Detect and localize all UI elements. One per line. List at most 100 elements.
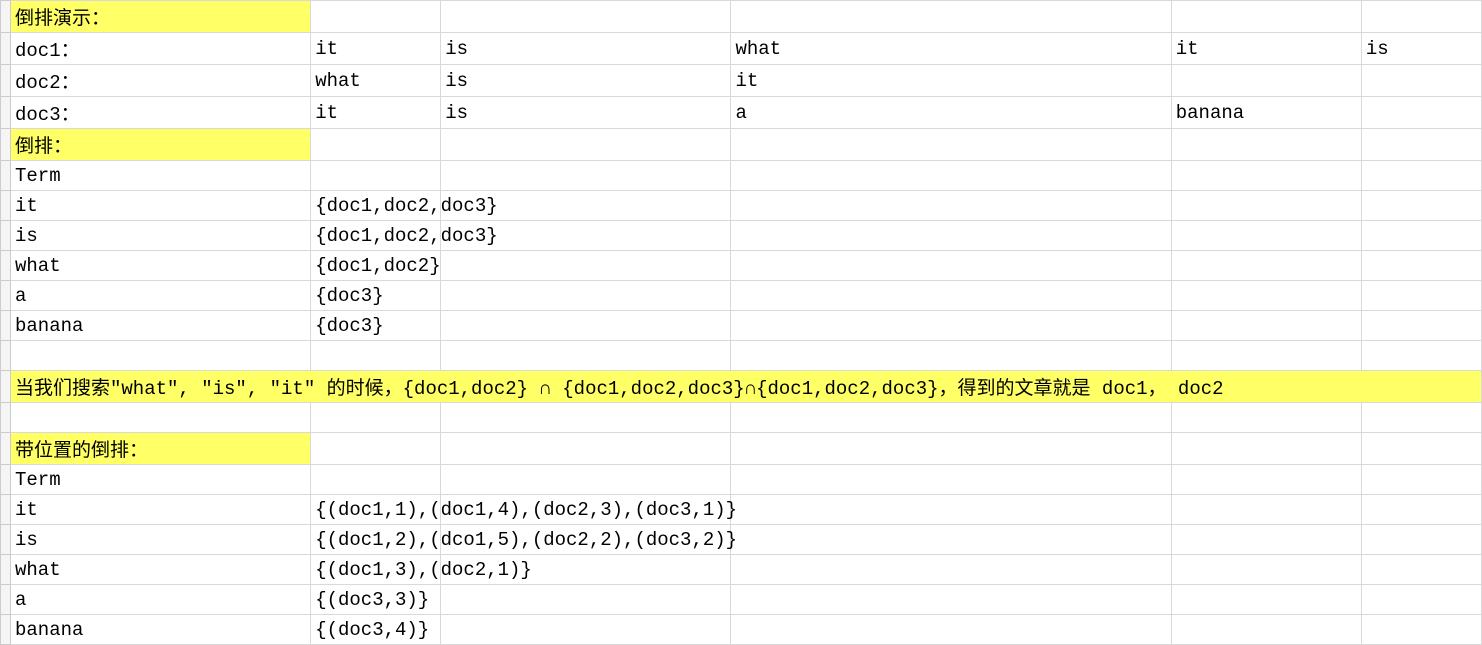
cell[interactable]: [1361, 65, 1481, 97]
cell[interactable]: [311, 1, 441, 33]
cell[interactable]: {doc1,doc2}: [311, 251, 441, 281]
cell[interactable]: [731, 191, 1171, 221]
cell[interactable]: [311, 403, 441, 433]
row-header[interactable]: [1, 585, 11, 615]
row-header[interactable]: [1, 191, 11, 221]
cell[interactable]: [1361, 555, 1481, 585]
cell[interactable]: a: [11, 281, 311, 311]
cell[interactable]: [1361, 341, 1481, 371]
cell[interactable]: [731, 465, 1171, 495]
cell[interactable]: [311, 161, 441, 191]
cell[interactable]: [1171, 191, 1361, 221]
cell[interactable]: [441, 465, 731, 495]
cell[interactable]: [1171, 465, 1361, 495]
cell[interactable]: [441, 281, 731, 311]
cell[interactable]: [1171, 433, 1361, 465]
cell[interactable]: [1171, 403, 1361, 433]
cell[interactable]: what: [11, 555, 311, 585]
cell[interactable]: [1361, 465, 1481, 495]
cell[interactable]: it: [731, 65, 1171, 97]
cell[interactable]: what: [731, 33, 1171, 65]
row-header[interactable]: [1, 371, 11, 403]
cell[interactable]: [441, 311, 731, 341]
cell[interactable]: [311, 341, 441, 371]
cell[interactable]: it: [311, 33, 441, 65]
cell[interactable]: [731, 281, 1171, 311]
cell[interactable]: [1171, 585, 1361, 615]
cell[interactable]: [1171, 495, 1361, 525]
cell[interactable]: [1361, 525, 1481, 555]
row-header[interactable]: [1, 433, 11, 465]
cell[interactable]: what: [311, 65, 441, 97]
row-header[interactable]: [1, 65, 11, 97]
cell[interactable]: [1361, 433, 1481, 465]
cell[interactable]: [11, 403, 311, 433]
cell[interactable]: [731, 525, 1171, 555]
cell[interactable]: it: [11, 191, 311, 221]
cell[interactable]: [441, 129, 731, 161]
cell[interactable]: [1361, 585, 1481, 615]
cell[interactable]: is: [11, 525, 311, 555]
cell[interactable]: is: [441, 33, 731, 65]
cell[interactable]: [311, 465, 441, 495]
cell[interactable]: [731, 555, 1171, 585]
cell[interactable]: banana: [11, 311, 311, 341]
cell[interactable]: [441, 585, 731, 615]
cell[interactable]: is: [1361, 33, 1481, 65]
cell[interactable]: 倒排：: [11, 129, 311, 161]
cell[interactable]: [1171, 1, 1361, 33]
cell[interactable]: {(doc1,2),(dco1,5),(doc2,2),(doc3,2)}: [311, 525, 441, 555]
cell[interactable]: [731, 161, 1171, 191]
row-header[interactable]: [1, 341, 11, 371]
row-header[interactable]: [1, 1, 11, 33]
cell[interactable]: [1361, 129, 1481, 161]
cell[interactable]: 带位置的倒排：: [11, 433, 311, 465]
cell[interactable]: [311, 129, 441, 161]
cell[interactable]: [1361, 403, 1481, 433]
cell[interactable]: {doc3}: [311, 281, 441, 311]
cell[interactable]: is: [441, 97, 731, 129]
cell[interactable]: [441, 341, 731, 371]
cell[interactable]: [1361, 1, 1481, 33]
cell[interactable]: [311, 433, 441, 465]
spreadsheet-table[interactable]: 倒排演示：doc1：itiswhatitisdoc2：whatisitdoc3：…: [0, 0, 1482, 645]
cell[interactable]: [1361, 191, 1481, 221]
cell[interactable]: 当我们搜索"what", "is", "it" 的时候，{doc1,doc2} …: [11, 371, 1482, 403]
cell[interactable]: [731, 403, 1171, 433]
cell[interactable]: it: [1171, 33, 1361, 65]
cell[interactable]: [11, 341, 311, 371]
cell[interactable]: [731, 585, 1171, 615]
row-header[interactable]: [1, 161, 11, 191]
cell[interactable]: [1171, 311, 1361, 341]
cell[interactable]: {doc1,doc2,doc3}: [311, 221, 441, 251]
cell[interactable]: what: [11, 251, 311, 281]
cell[interactable]: it: [11, 495, 311, 525]
cell[interactable]: 倒排演示：: [11, 1, 311, 33]
cell[interactable]: [1171, 341, 1361, 371]
cell[interactable]: [731, 221, 1171, 251]
cell[interactable]: [731, 433, 1171, 465]
row-header[interactable]: [1, 129, 11, 161]
cell[interactable]: it: [311, 97, 441, 129]
row-header[interactable]: [1, 311, 11, 341]
row-header[interactable]: [1, 465, 11, 495]
row-header[interactable]: [1, 97, 11, 129]
cell[interactable]: [441, 433, 731, 465]
row-header[interactable]: [1, 251, 11, 281]
cell[interactable]: banana: [1171, 97, 1361, 129]
cell[interactable]: is: [441, 65, 731, 97]
cell[interactable]: doc1：: [11, 33, 311, 65]
cell[interactable]: [441, 1, 731, 33]
cell[interactable]: [1361, 161, 1481, 191]
cell[interactable]: [731, 129, 1171, 161]
cell[interactable]: [1171, 281, 1361, 311]
row-header[interactable]: [1, 495, 11, 525]
cell[interactable]: [731, 495, 1171, 525]
cell[interactable]: [1171, 65, 1361, 97]
cell[interactable]: {(doc1,1),(doc1,4),(doc2,3),(doc3,1)}: [311, 495, 441, 525]
cell[interactable]: {(doc1,3),(doc2,1)}: [311, 555, 441, 585]
cell[interactable]: [441, 161, 731, 191]
cell[interactable]: [441, 251, 731, 281]
cell[interactable]: [1361, 495, 1481, 525]
cell[interactable]: [1171, 221, 1361, 251]
